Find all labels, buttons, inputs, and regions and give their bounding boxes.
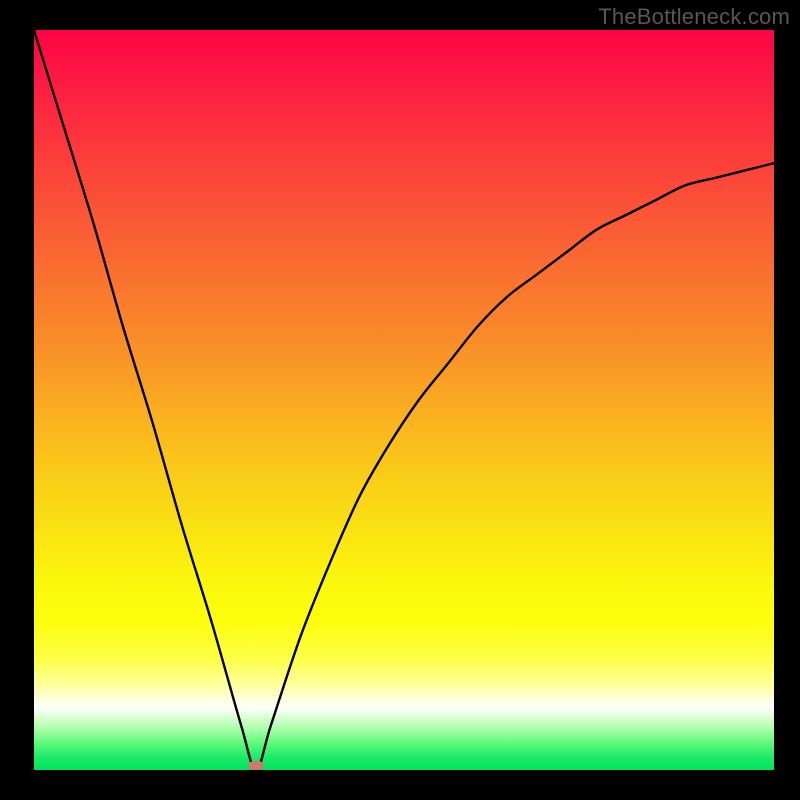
curve-layer <box>34 30 774 770</box>
chart-frame: TheBottleneck.com <box>0 0 800 800</box>
plot-area <box>34 30 774 770</box>
bottleneck-curve <box>34 30 774 770</box>
watermark-text: TheBottleneck.com <box>598 4 790 30</box>
